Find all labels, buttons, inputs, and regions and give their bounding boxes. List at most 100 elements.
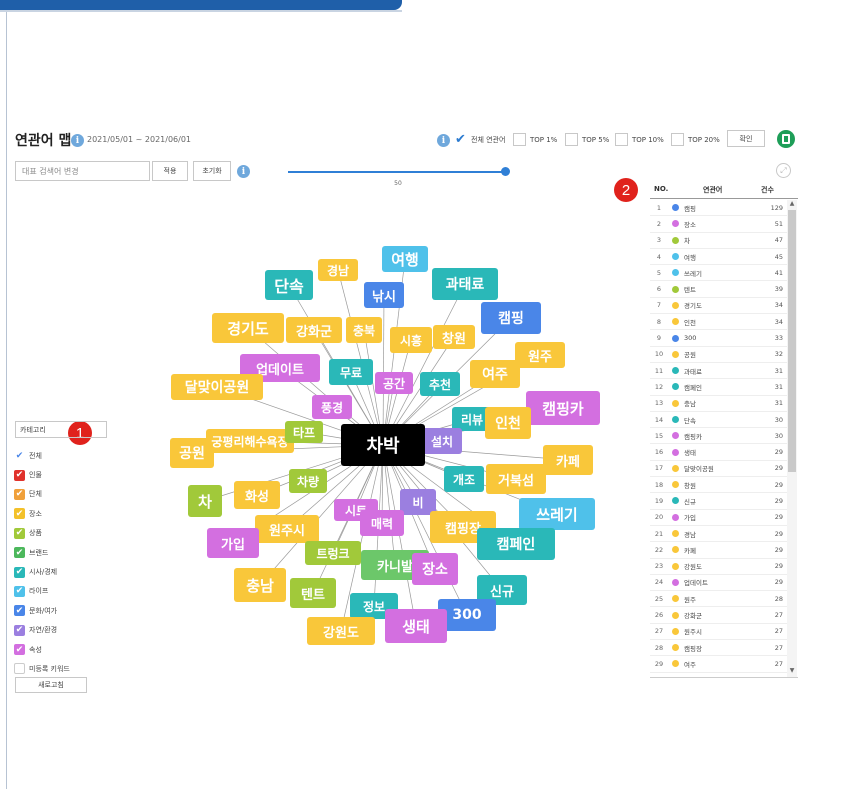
category-item[interactable]: ✔ 문화/여가	[14, 601, 70, 620]
table-row[interactable]: 16 생태 29	[650, 444, 787, 461]
network-node[interactable]: 가입	[207, 528, 259, 558]
checked-checkbox-icon[interactable]: ✔	[14, 508, 25, 520]
network-node[interactable]: 쓰레기	[519, 498, 595, 530]
table-row[interactable]: 15 캠핑카 30	[650, 428, 787, 445]
table-row[interactable]: 25 원주 28	[650, 591, 787, 608]
info-icon[interactable]: i	[71, 134, 84, 147]
network-node[interactable]: 개조	[444, 466, 484, 492]
category-item[interactable]: ✔ 단체	[14, 485, 70, 504]
refresh-button[interactable]: 새로고침	[15, 677, 87, 693]
table-row[interactable]: 23 강원도 29	[650, 559, 787, 575]
network-node[interactable]: 추천	[420, 372, 460, 396]
checked-checkbox-icon[interactable]: ✔	[14, 527, 25, 539]
table-row[interactable]: 9 300 33	[650, 330, 787, 347]
network-node[interactable]: 차량	[289, 469, 327, 493]
network-node[interactable]: 화성	[234, 481, 280, 509]
category-item[interactable]: ✔ 자연/환경	[14, 621, 70, 640]
category-item[interactable]: ✔ 인물	[14, 465, 70, 484]
network-node[interactable]: 원주시	[255, 515, 319, 543]
checked-checkbox-icon[interactable]: ✔	[14, 566, 25, 578]
category-item[interactable]: ✔ 라이프	[14, 582, 70, 601]
checked-checkbox-icon[interactable]: ✔	[14, 450, 25, 462]
table-row[interactable]: 6 텐트 39	[650, 281, 787, 298]
checked-checkbox-icon[interactable]: ✔	[14, 547, 25, 559]
table-row[interactable]: 5 쓰레기 41	[650, 265, 787, 282]
network-node[interactable]: 캠핑	[481, 302, 541, 334]
table-row[interactable]: 21 경남 29	[650, 526, 787, 543]
table-row[interactable]: 4 여행 45	[650, 249, 787, 266]
table-row[interactable]: 20 가입 29	[650, 510, 787, 526]
network-node[interactable]: 원주	[515, 342, 565, 368]
network-node[interactable]: 강화군	[286, 317, 342, 343]
network-node[interactable]: 궁평리해수욕장	[206, 429, 294, 453]
network-node[interactable]: 단속	[265, 270, 313, 300]
table-row[interactable]: 26 강화군 27	[650, 607, 787, 624]
network-node[interactable]: 여주	[470, 360, 520, 388]
category-item[interactable]: ✔ 전체	[14, 446, 70, 465]
table-row[interactable]: 10 공원 32	[650, 347, 787, 363]
apply-button[interactable]: 적용	[152, 161, 188, 181]
table-row[interactable]: 1 캠핑 129	[650, 200, 787, 217]
network-node[interactable]: 트렁크	[305, 541, 361, 565]
table-row[interactable]: 13 충남 31	[650, 396, 787, 412]
network-node[interactable]: 여행	[382, 246, 428, 272]
network-node[interactable]: 매력	[360, 510, 404, 536]
network-node[interactable]: 경남	[318, 259, 358, 281]
table-row[interactable]: 28 캠핑장 27	[650, 640, 787, 657]
table-row[interactable]: 2 장소 51	[650, 216, 787, 233]
scroll-down-icon[interactable]: ▼	[787, 667, 797, 675]
network-node[interactable]: 텐트	[290, 578, 336, 608]
category-item[interactable]: ✔ 장소	[14, 504, 70, 523]
table-row[interactable]: 19 신규 29	[650, 493, 787, 510]
checkbox[interactable]	[671, 133, 684, 146]
category-item[interactable]: ✔ 속성	[14, 640, 70, 659]
network-node[interactable]: 강원도	[307, 617, 375, 645]
network-node[interactable]: 낚시	[364, 282, 404, 308]
filter-top20[interactable]: TOP 20%	[671, 133, 720, 146]
network-node[interactable]: 창원	[433, 325, 475, 349]
network-node[interactable]: 캠핑카	[526, 391, 600, 425]
checkbox[interactable]	[14, 663, 25, 675]
scroll-up-icon[interactable]: ▲	[787, 200, 797, 208]
category-item[interactable]: 미등록 키워드	[14, 659, 70, 678]
network-node[interactable]: 충북	[346, 317, 382, 343]
table-row[interactable]: 14 단속 30	[650, 412, 787, 429]
table-row[interactable]: 17 달맞이공원 29	[650, 461, 787, 478]
filter-top5[interactable]: TOP 5%	[565, 133, 609, 146]
network-node[interactable]: 충남	[234, 568, 286, 602]
center-keyword-node[interactable]: 차박	[341, 424, 425, 466]
slider-thumb[interactable]	[501, 167, 510, 176]
table-row[interactable]: 24 업데이트 29	[650, 575, 787, 592]
checked-checkbox-icon[interactable]: ✔	[14, 644, 25, 656]
network-node[interactable]: 무료	[329, 359, 373, 385]
network-node[interactable]: 장소	[412, 553, 458, 585]
table-row[interactable]: 12 캠페인 31	[650, 379, 787, 396]
table-row[interactable]: 27 원주시 27	[650, 624, 787, 641]
filter-top10[interactable]: TOP 10%	[615, 133, 664, 146]
checked-checkbox-icon[interactable]: ✔	[14, 469, 25, 481]
checkbox[interactable]	[513, 133, 526, 146]
confirm-button[interactable]: 확인	[727, 130, 765, 147]
scroll-thumb[interactable]	[788, 210, 796, 472]
network-node[interactable]: 타프	[285, 421, 323, 443]
category-item[interactable]: ✔ 상품	[14, 524, 70, 543]
table-row[interactable]: 18 창원 29	[650, 477, 787, 494]
checked-checkbox-icon[interactable]: ✔	[14, 488, 25, 500]
table-scrollbar[interactable]: ▲ ▼	[787, 200, 797, 678]
network-node[interactable]: 공간	[375, 372, 413, 394]
filter-top1[interactable]: TOP 1%	[513, 133, 557, 146]
table-row[interactable]: 8 인천 34	[650, 314, 787, 331]
checked-checkbox-icon[interactable]: ✔	[14, 605, 25, 617]
excel-icon[interactable]	[777, 130, 795, 148]
network-node[interactable]: 캠페인	[477, 528, 555, 560]
check-icon[interactable]: ✔	[454, 132, 467, 147]
table-row[interactable]: 7 경기도 34	[650, 298, 787, 315]
filter-info-icon[interactable]: i	[437, 134, 450, 147]
category-select[interactable]: 카테고리	[15, 421, 107, 438]
category-item[interactable]: ✔ 시사/경제	[14, 562, 70, 581]
search-input[interactable]	[15, 161, 150, 181]
checkbox[interactable]	[615, 133, 628, 146]
network-node[interactable]: 설치	[422, 428, 462, 454]
category-item[interactable]: ✔ 브랜드	[14, 543, 70, 562]
network-node[interactable]: 카페	[543, 445, 593, 475]
